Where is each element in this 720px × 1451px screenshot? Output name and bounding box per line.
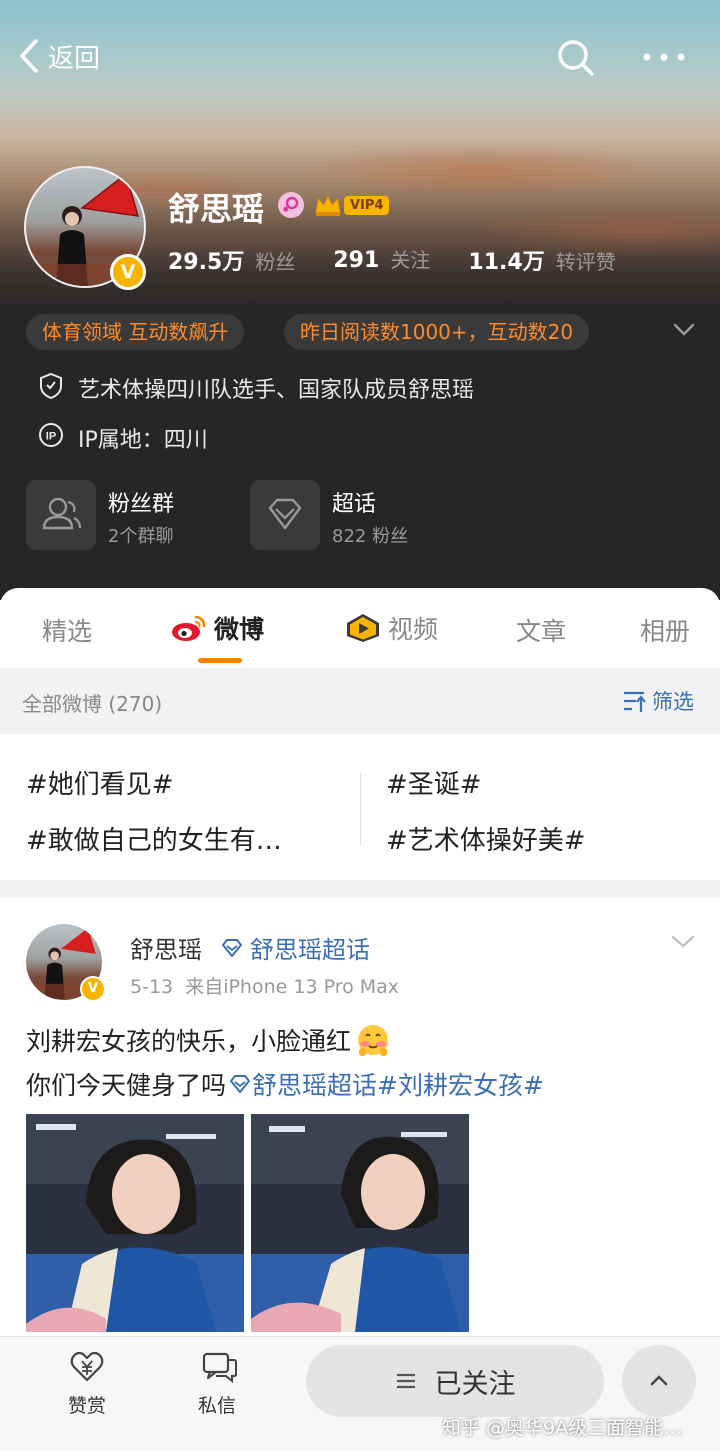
photo-selfie — [251, 1114, 469, 1332]
stat-label: 粉丝 — [255, 250, 296, 274]
post-super-topic-label: 舒思瑶超话 — [250, 936, 370, 964]
vip-label: VIP4 — [344, 195, 390, 215]
filter-icon — [624, 691, 646, 712]
stat-following[interactable]: 291 关注 — [333, 244, 430, 276]
post-card[interactable]: V 舒思瑶 舒思瑶超话 5-13 来自iPhone 13 Pro Max 刘耕宏… — [0, 898, 720, 1338]
search-icon[interactable] — [556, 38, 596, 78]
message-icon — [202, 1352, 237, 1383]
feed-filter-bar: 全部微博 (270) 筛选 — [0, 668, 720, 734]
fan-group-title: 粉丝群 — [108, 492, 175, 517]
back-label: 返回 — [48, 43, 101, 74]
stat-value: 11.4万 — [468, 250, 545, 275]
more-icon[interactable] — [642, 50, 686, 64]
weibo-icon — [172, 615, 206, 641]
super-topic-subtitle: 822 粉丝 — [332, 526, 409, 547]
stat-followers[interactable]: 29.5万 粉丝 — [168, 244, 295, 276]
chevron-down-icon[interactable] — [672, 322, 696, 338]
message-button[interactable]: 私信 — [192, 1351, 248, 1423]
vip-badge[interactable]: VIP4 — [314, 192, 390, 218]
verified-mark: V — [120, 261, 136, 283]
post-text-line-1: 刘耕宏女孩的快乐，小脸通红 — [26, 1022, 391, 1058]
group-icon — [26, 480, 96, 550]
diamond-icon — [222, 938, 242, 957]
stat-interactions[interactable]: 11.4万 转评赞 — [468, 244, 615, 276]
photo-selfie — [26, 1114, 244, 1332]
filter-label: 筛选 — [652, 690, 694, 714]
topic-item[interactable]: #艺术体操好美# — [386, 820, 586, 857]
post-meta: 5-13 来自iPhone 13 Pro Max — [130, 976, 400, 998]
tab-video[interactable]: 视频 — [344, 610, 438, 646]
post-photo[interactable] — [251, 1114, 469, 1332]
post-text: 你们今天健身了吗 — [26, 1071, 227, 1100]
bio-description: 艺术体操四川队选手、国家队成员舒思瑶 — [78, 378, 475, 403]
stat-value: 291 — [333, 248, 380, 273]
fan-group-subtitle: 2个群聊 — [108, 526, 174, 547]
post-topic-link[interactable]: 舒思瑶超话 — [252, 1066, 377, 1102]
tab-featured[interactable]: 精选 — [42, 612, 92, 648]
post-text-line-2: 你们今天健身了吗 舒思瑶超话 #刘耕宏女孩# — [26, 1066, 544, 1102]
diamond-icon — [250, 480, 320, 550]
filter-button[interactable]: 筛选 — [622, 686, 694, 716]
stats-row: 29.5万 粉丝 291 关注 11.4万 转评赞 — [168, 244, 616, 276]
tab-articles[interactable]: 文章 — [516, 612, 566, 648]
verified-icon: V — [110, 254, 146, 290]
stat-value: 29.5万 — [168, 250, 245, 275]
chevron-up-icon — [650, 1375, 668, 1386]
topic-grid: #她们看见# #圣诞# #敢做自己的女生有… #艺术体操好美# — [0, 734, 720, 880]
tab-weibo[interactable]: 微博 — [170, 610, 264, 646]
post-text: 刘耕宏女孩的快乐，小脸通红 — [26, 1027, 352, 1056]
ip-icon: IP — [39, 423, 63, 447]
tab-album[interactable]: 相册 — [640, 612, 690, 648]
post-author[interactable]: 舒思瑶 — [130, 930, 202, 965]
profile-tabs: 精选 微博 视频 文章 相册 — [0, 588, 720, 668]
topic-item[interactable]: #圣诞# — [386, 764, 482, 801]
shield-icon — [40, 372, 62, 400]
tab-weibo-label: 微博 — [214, 615, 265, 644]
super-topic-title: 超话 — [332, 492, 377, 517]
badge-reads[interactable]: 昨日阅读数1000+，互动数20 — [284, 314, 590, 350]
back-button[interactable]: 返回 — [18, 36, 100, 76]
female-icon — [278, 192, 304, 218]
topic-item[interactable]: #敢做自己的女生有… — [26, 820, 282, 857]
follow-status-button[interactable]: 已关注 — [306, 1345, 604, 1417]
ip-location: IP属地：四川 — [78, 428, 208, 453]
reward-icon — [70, 1351, 104, 1382]
stat-label: 转评赞 — [555, 250, 616, 274]
stat-label: 关注 — [390, 248, 431, 272]
message-label: 私信 — [198, 1395, 237, 1417]
verified-icon: V — [80, 976, 106, 1002]
fan-group-card[interactable]: 粉丝群 2个群聊 — [26, 480, 226, 552]
post-super-topic[interactable]: 舒思瑶超话 — [220, 930, 370, 965]
crown-icon — [315, 194, 341, 216]
follow-status-label: 已关注 — [434, 1368, 516, 1400]
watermark: 知乎 @奥华9A级三面智能… — [442, 1417, 683, 1439]
topic-divider — [360, 772, 361, 846]
tab-video-label: 视频 — [388, 615, 439, 644]
post-photo[interactable] — [26, 1114, 244, 1332]
super-topic-card[interactable]: 超话 822 粉丝 — [250, 480, 450, 552]
profile-name: 舒思瑶 — [168, 190, 265, 228]
tab-active-indicator — [198, 658, 242, 663]
feed-count: 全部微博 (270) — [22, 692, 163, 716]
reward-label: 赞赏 — [68, 1395, 107, 1417]
topic-item[interactable]: #她们看见# — [26, 764, 174, 801]
svg-text:IP: IP — [46, 431, 56, 443]
menu-icon — [396, 1373, 415, 1389]
post-hashtag-link[interactable]: #刘耕宏女孩# — [377, 1066, 544, 1102]
scroll-top-button[interactable] — [622, 1345, 696, 1417]
chevron-left-icon — [20, 39, 38, 73]
verified-mark: V — [87, 981, 99, 996]
bottom-action-bar: 赞赏 私信 已关注 知乎 @奥华9A级三面智能… — [0, 1336, 720, 1451]
video-icon — [347, 614, 379, 642]
reward-button[interactable]: 赞赏 — [60, 1351, 116, 1423]
emoji-icon — [358, 1025, 389, 1056]
chevron-down-icon[interactable] — [670, 934, 696, 950]
badge-sports[interactable]: 体育领域 互动数飙升 — [26, 314, 245, 350]
diamond-icon — [230, 1075, 251, 1093]
